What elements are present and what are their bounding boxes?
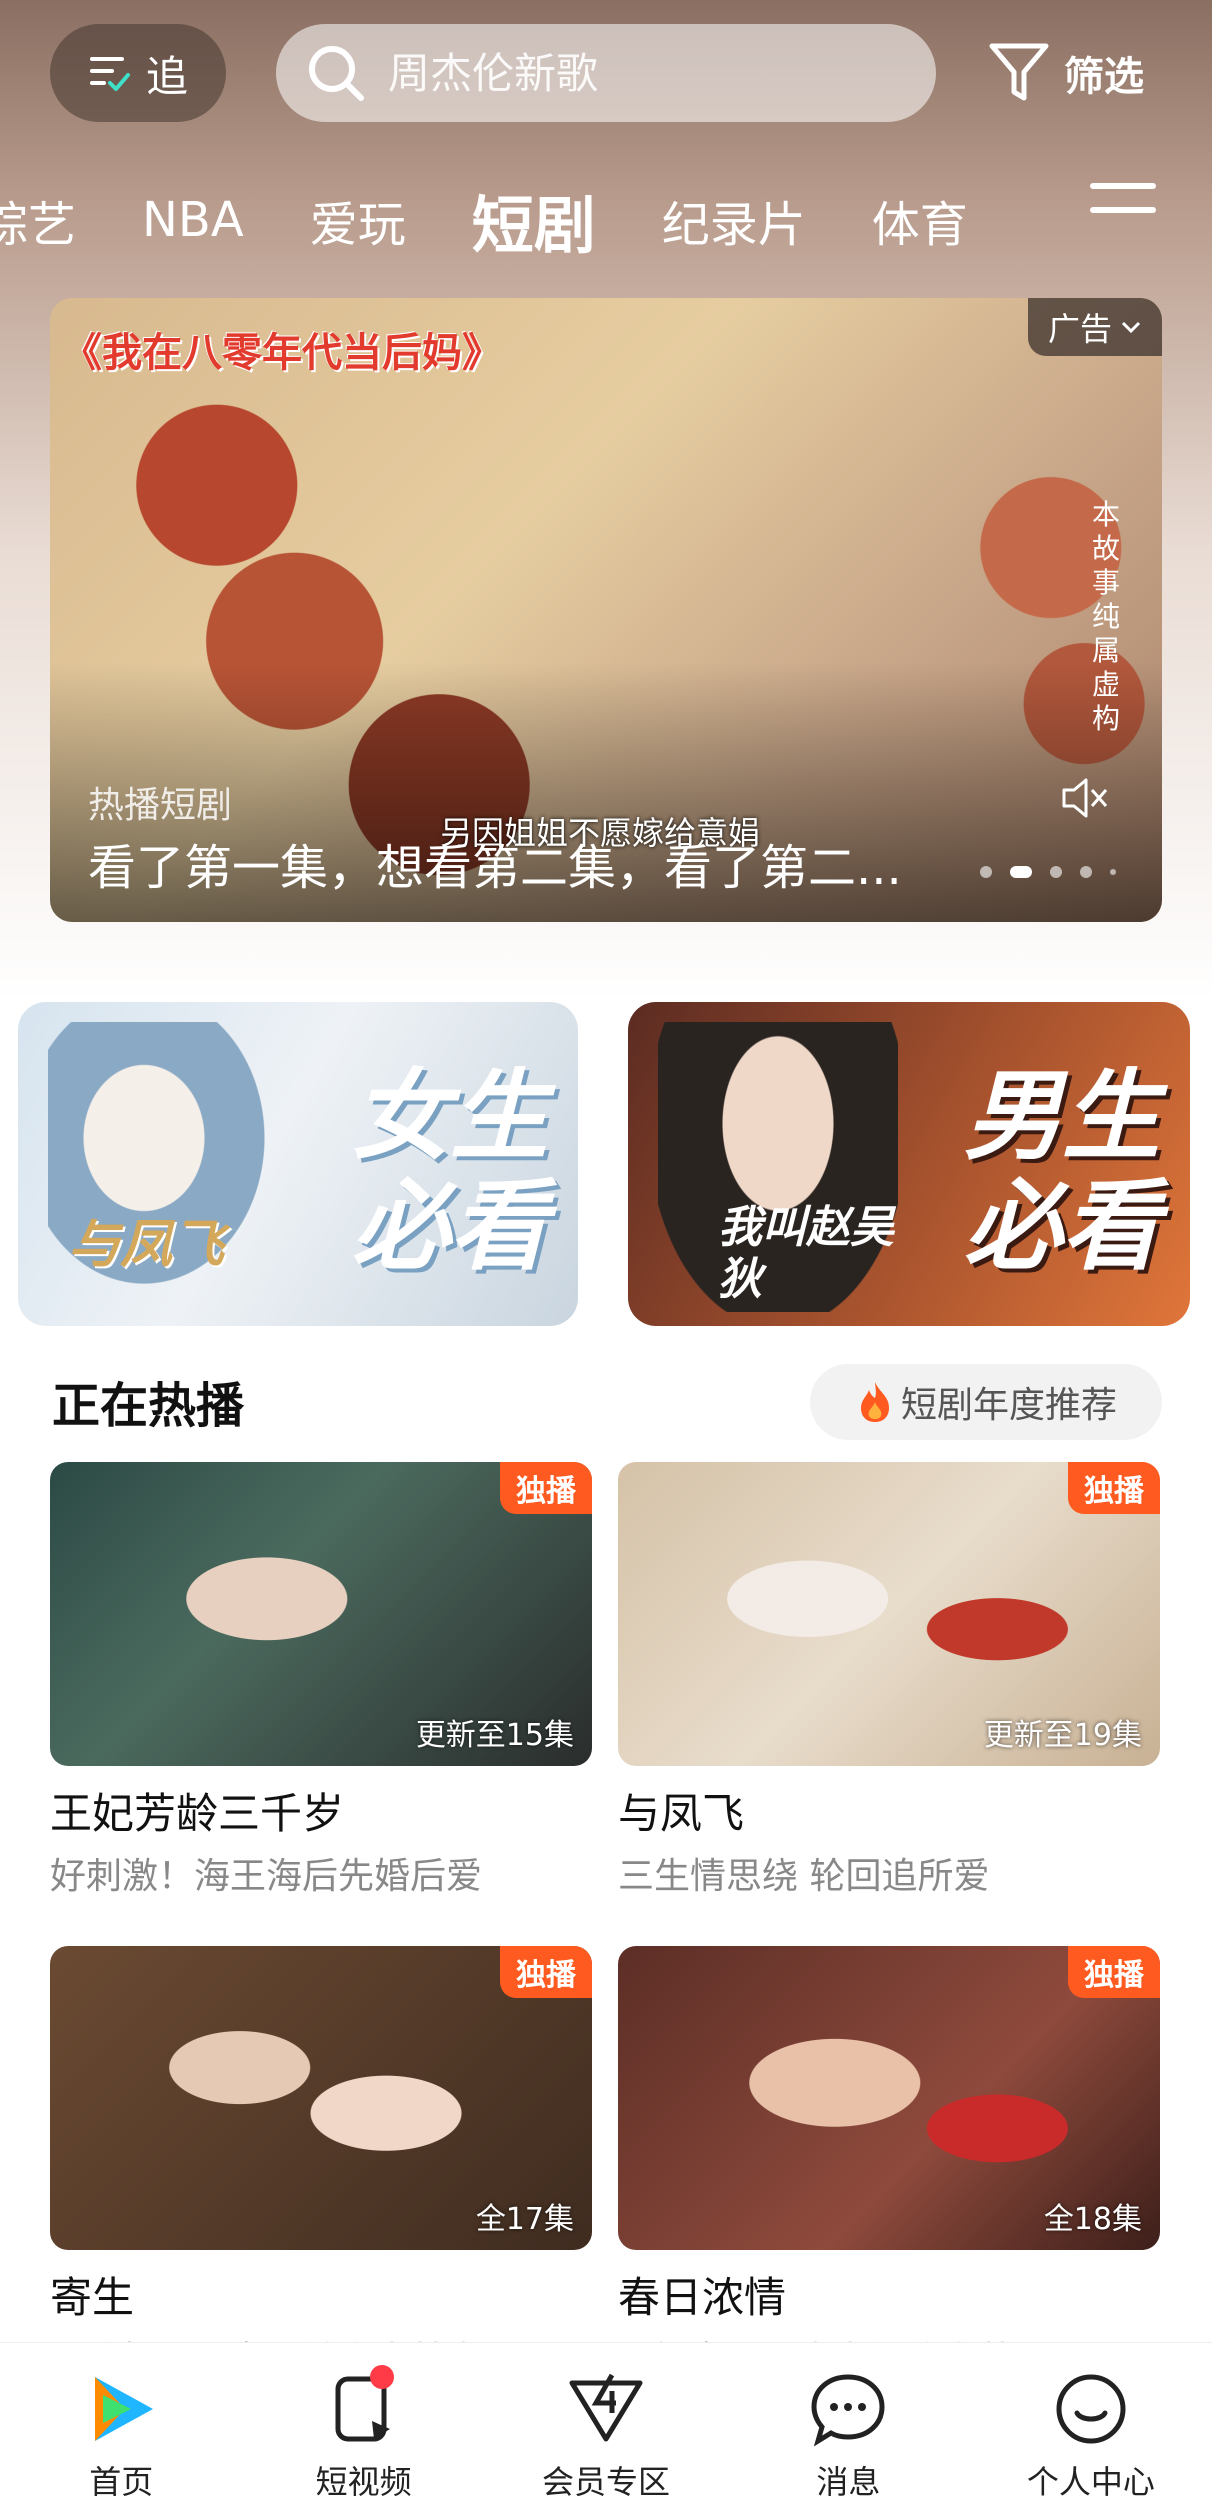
banner-tag: 热播短剧 [88,785,233,826]
fiction-disclaimer: 本故事纯属虚构 [1091,498,1120,735]
drama-card[interactable]: 独播 全17集 寄生 霸总把职业女仆做亲妻替身？ [50,1946,592,2383]
drama-subtitle: 好刺激！海王海后先婚后爱 [50,1856,483,1897]
girls-must-watch-card[interactable]: 与凤飞 女生 必看 [18,1002,578,1326]
girls-label-line1: 女生 [351,1060,548,1174]
drama-subtitle: 三生情思绕 轮回追所爱 [618,1856,990,1897]
tab-sports[interactable]: 体育 [872,185,968,255]
top-bar: 追 筛选 [0,22,1212,124]
boys-label-line1: 男生 [963,1060,1160,1174]
drama-title: 寄生 [50,2273,135,2322]
drama-thumbnail[interactable]: 独播 更新至19集 [618,1462,1160,1766]
nav-messages-label: 消息 [816,2463,881,2501]
search-icon [309,46,364,101]
annual-recommend-button[interactable]: 短剧年度推荐 [810,1364,1162,1440]
chevron-down-icon [1121,321,1141,334]
filter-label: 筛选 [1064,54,1144,100]
follow-list-icon [89,57,130,91]
section-title: 正在热播 [52,1378,245,1434]
banner-headline: 看了第一集，想看第二集，看了第二... [88,840,902,896]
carousel-dot [980,866,992,878]
tab-short-drama[interactable]: 短剧 [472,175,596,265]
exclusive-badge: 独播 [1068,1946,1160,1998]
carousel-dot [1080,866,1092,878]
boys-must-watch-card[interactable]: 我叫赵吴狄 男生 必看 [628,1002,1190,1326]
exclusive-badge: 独播 [500,1946,592,1998]
drama-thumbnail[interactable]: 独播 全18集 [618,1946,1160,2250]
tab-documentary[interactable]: 纪录片 [662,185,806,255]
fire-icon [860,1382,889,1422]
nav-home-label: 首页 [89,2463,154,2501]
carousel-dot [1050,866,1062,878]
ad-badge[interactable]: 广告 [1027,298,1162,356]
episode-count: 全17集 [475,2202,574,2237]
episode-count: 更新至15集 [415,1718,574,1753]
tab-play[interactable]: 爱玩 [310,185,406,255]
girls-label-line2: 必看 [351,1170,548,1284]
carousel-dot [1110,869,1116,875]
nav-profile[interactable]: 个人中心 [970,2343,1212,2517]
filter-button[interactable]: 筛选 [988,32,1144,114]
drama-card[interactable]: 独播 全18集 春日浓情 妩媚女谍以身为饵钓少帅 [618,1946,1160,2383]
nav-short-video[interactable]: 短视频 [242,2343,484,2517]
nav-profile-label: 个人中心 [1026,2463,1155,2501]
drama-card[interactable]: 独播 更新至19集 与凤飞 三生情思绕 轮回追所爱 [618,1462,1160,1899]
nav-vip-label: 会员专区 [542,2463,671,2501]
bottom-navigation: 首页 短视频 会员专区 消息 个人中心 [0,2342,1212,2517]
channel-tabs: 综艺 NBA 爱玩 短剧 纪录片 体育 [0,170,1034,270]
search-bar[interactable] [276,24,936,122]
girls-poster-text: 与凤飞 [68,1215,225,1275]
profile-icon [1056,2374,1126,2444]
episode-count: 全18集 [1043,2202,1142,2237]
drama-title: 与凤飞 [618,1789,745,1838]
drama-title: 春日浓情 [618,2273,787,2322]
exclusive-badge: 独播 [1068,1462,1160,1514]
nav-short-video-label: 短视频 [315,2463,412,2501]
carousel-dot-active [1010,866,1032,878]
vip-icon [569,2373,643,2442]
nav-messages[interactable]: 消息 [727,2343,969,2517]
ad-label: 广告 [1047,310,1112,348]
drama-title: 王妃芳龄三千岁 [50,1789,345,1838]
channel-menu-icon[interactable] [1090,183,1156,239]
banner-drama-title: 《我在八零年代当后妈》 [62,330,502,376]
filter-icon [989,43,1049,101]
follow-label: 追 [145,51,188,101]
annual-recommend-label: 短剧年度推荐 [900,1385,1117,1426]
tab-variety[interactable]: 综艺 [0,185,76,255]
episode-count: 更新至19集 [983,1718,1142,1753]
boys-label-line2: 必看 [963,1170,1160,1284]
message-icon [811,2374,885,2447]
search-input[interactable] [388,48,908,98]
carousel-indicator [980,866,1116,878]
drama-thumbnail[interactable]: 独播 全17集 [50,1946,592,2250]
follow-button[interactable]: 追 [50,24,226,122]
exclusive-badge: 独播 [500,1462,592,1514]
drama-thumbnail[interactable]: 独播 更新至15集 [50,1462,592,1766]
nav-vip[interactable]: 会员专区 [485,2343,727,2517]
tab-nba[interactable]: NBA [142,192,244,248]
boys-poster-text: 我叫赵吴狄 [718,1202,894,1305]
drama-card[interactable]: 独播 更新至15集 王妃芳龄三千岁 好刺激！海王海后先婚后爱 [50,1462,592,1899]
boys-must-watch-label: 男生 必看 [964,1062,1160,1282]
girls-must-watch-label: 女生 必看 [352,1062,548,1282]
featured-banner[interactable]: 《我在八零年代当后妈》 广告 本故事纯属虚构 另因姐姐不愿嫁给意娟 热播短剧 看… [50,298,1162,922]
nav-home[interactable]: 首页 [0,2343,242,2517]
mute-icon[interactable] [1058,772,1110,824]
home-play-icon [95,2377,154,2441]
